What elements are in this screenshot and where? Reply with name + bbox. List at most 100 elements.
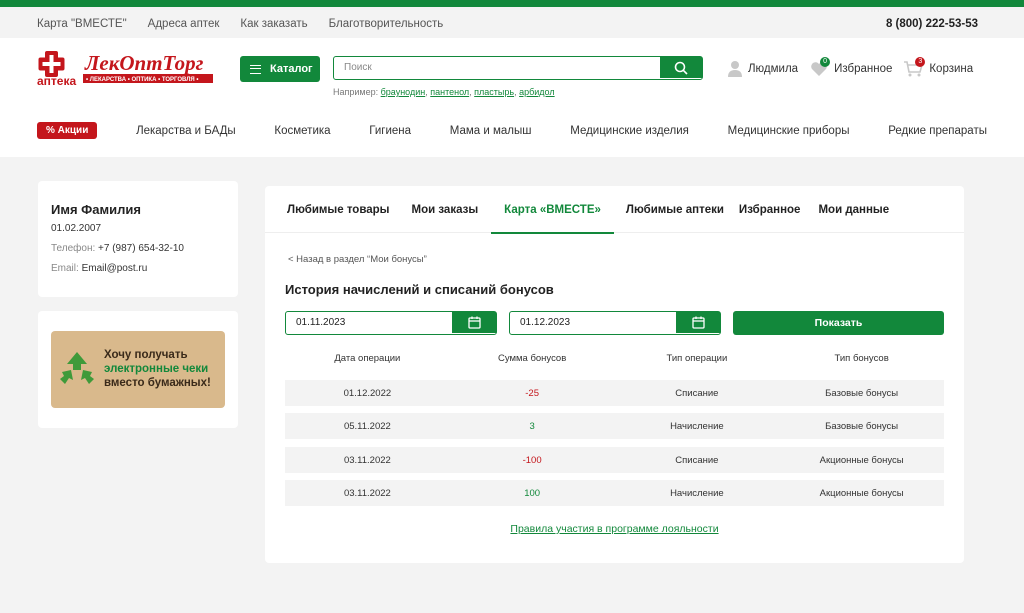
top-link-card[interactable]: Карта "ВМЕСТЕ" bbox=[37, 18, 127, 30]
recycle-icon bbox=[60, 352, 94, 384]
table-row: 05.11.2022 3 Начисление Базовые бонусы bbox=[285, 413, 944, 439]
email-label: Email: bbox=[51, 263, 79, 274]
section-title: История начислений и списаний бонусов bbox=[285, 282, 554, 297]
top-links: Карта "ВМЕСТЕ" Адреса аптек Как заказать… bbox=[37, 18, 443, 30]
nav-item-medicines[interactable]: Лекарства и БАДы bbox=[136, 125, 236, 137]
nav-item-hygiene[interactable]: Гигиена bbox=[369, 125, 411, 137]
top-accent-stripe bbox=[0, 0, 1024, 7]
nav-item-cosmetics[interactable]: Косметика bbox=[274, 125, 330, 137]
account-link[interactable]: Людмила bbox=[728, 60, 798, 77]
nav-item-medical-supplies[interactable]: Медицинские изделия bbox=[570, 125, 689, 137]
site-header: аптека ЛекОптТорг • ЛЕКАРСТВА • ОПТИКА •… bbox=[0, 38, 1024, 157]
col-bonus-type: Тип бонусов bbox=[834, 353, 889, 364]
col-date: Дата операции bbox=[334, 353, 401, 364]
date-from-field[interactable]: 01.11.2023 bbox=[285, 311, 497, 335]
top-link-addresses[interactable]: Адреса аптек bbox=[148, 18, 220, 30]
row-date: 03.11.2022 bbox=[343, 454, 391, 466]
hint-example-2[interactable]: пантенол bbox=[430, 87, 469, 97]
nav-item-rare-drugs[interactable]: Редкие препараты bbox=[888, 125, 987, 137]
search-input[interactable] bbox=[334, 57, 660, 78]
promo-button[interactable]: % Акции bbox=[37, 122, 98, 139]
logo-brand-text: ЛекОптТорг bbox=[84, 51, 204, 75]
col-operation-type: Тип операции bbox=[666, 353, 728, 364]
table-row: 03.11.2022 100 Начисление Акционные бону… bbox=[285, 480, 944, 506]
row-operation: Списание bbox=[675, 387, 719, 399]
email-value: Email@post.ru bbox=[81, 263, 148, 274]
back-to-bonuses-link[interactable]: < Назад в раздел “Мои бонусы” bbox=[288, 254, 427, 265]
row-date: 05.11.2022 bbox=[343, 420, 391, 432]
e-receipt-text: Хочу получать электронные чеки вместо бу… bbox=[104, 348, 211, 390]
e-receipt-line-1: Хочу получать bbox=[104, 349, 188, 361]
date-from-value: 01.11.2023 bbox=[296, 317, 346, 328]
row-date: 03.11.2022 bbox=[343, 487, 391, 499]
row-bonus-type: Базовые бонусы bbox=[825, 387, 899, 399]
row-date: 01.12.2022 bbox=[343, 387, 392, 399]
hint-example-4[interactable]: арбидол bbox=[519, 87, 555, 97]
profile-card: Имя Фамилия 01.02.2007 Телефон: +7 (987)… bbox=[38, 181, 238, 297]
favorites-label: Избранное bbox=[834, 62, 893, 75]
cart-label: Корзина bbox=[929, 62, 974, 75]
calendar-icon bbox=[467, 316, 481, 329]
row-amount: 100 bbox=[524, 487, 541, 499]
table-row: 01.12.2022 -25 Списание Базовые бонусы bbox=[285, 380, 944, 406]
date-from-calendar-button[interactable] bbox=[452, 312, 496, 333]
user-area: Людмила 0 Избранное 3 Корзина bbox=[728, 56, 985, 77]
calendar-icon bbox=[691, 316, 705, 329]
profile-birthdate: 01.02.2007 bbox=[51, 223, 102, 234]
table-row: 03.11.2022 -100 Списание Акционные бонус… bbox=[285, 447, 944, 473]
row-bonus-type: Базовые бонусы bbox=[825, 420, 899, 432]
user-name: Людмила bbox=[748, 62, 799, 75]
phone-label: Телефон: bbox=[51, 243, 96, 254]
top-link-charity[interactable]: Благотворительность bbox=[329, 18, 444, 30]
logo-apteka-text: аптека bbox=[37, 74, 76, 86]
category-nav: % Акции Лекарства и БАДы Косметика Гигие… bbox=[37, 122, 987, 139]
profile-phone: Телефон: +7 (987) 654-32-10 bbox=[51, 243, 225, 254]
show-button[interactable]: Показать bbox=[733, 311, 944, 335]
tab-favorite-pharmacies[interactable]: Любимые аптеки bbox=[617, 186, 733, 233]
search-hint: Например: браунодин, пантенол, пластырь,… bbox=[333, 87, 555, 97]
e-receipt-banner[interactable]: Хочу получать электронные чеки вместо бу… bbox=[51, 331, 225, 408]
account-tabs: Любимые товары Мои заказы Карта «ВМЕСТЕ»… bbox=[265, 186, 964, 234]
search-box bbox=[333, 56, 703, 80]
search-button[interactable] bbox=[660, 57, 702, 78]
row-operation: Начисление bbox=[670, 487, 724, 499]
favorites-link[interactable]: 0 Избранное bbox=[810, 56, 893, 77]
menu-icon bbox=[250, 64, 261, 74]
row-operation: Начисление bbox=[670, 420, 724, 432]
cart-link[interactable]: 3 Корзина bbox=[904, 56, 974, 77]
row-bonus-type: Акционные бонусы bbox=[819, 487, 904, 499]
hint-example-3[interactable]: пластырь bbox=[474, 87, 514, 97]
nav-item-medical-devices[interactable]: Медицинские приборы bbox=[728, 125, 850, 137]
logo-tagline: • ЛЕКАРСТВА • ОПТИКА • ТОРГОВЛЯ • bbox=[86, 77, 199, 83]
catalog-button-label: Каталог bbox=[270, 63, 313, 75]
date-to-field[interactable]: 01.12.2023 bbox=[509, 311, 721, 335]
tab-vmeste-card[interactable]: Карта «ВМЕСТЕ» bbox=[491, 186, 614, 234]
row-amount: 3 bbox=[529, 420, 535, 432]
tab-my-orders[interactable]: Мои заказы bbox=[403, 186, 488, 233]
table-header: Дата операции Сумма бонусов Тип операции… bbox=[285, 353, 944, 364]
phone-number[interactable]: 8 (800) 222-53-53 bbox=[886, 18, 978, 30]
e-receipt-line-3: вместо бумажных! bbox=[104, 377, 211, 389]
search-icon bbox=[674, 61, 688, 75]
lekopttorg-logo[interactable]: аптека ЛекОптТорг • ЛЕКАРСТВА • ОПТИКА •… bbox=[37, 50, 215, 86]
tab-my-data[interactable]: Мои данные bbox=[809, 186, 898, 233]
top-bar: Карта "ВМЕСТЕ" Адреса аптек Как заказать… bbox=[0, 7, 1024, 38]
col-amount: Сумма бонусов bbox=[497, 353, 567, 364]
favorites-count-badge: 0 bbox=[820, 56, 831, 67]
loyalty-rules-link[interactable]: Правила участия в программе лояльности bbox=[265, 523, 964, 535]
top-link-how-to-order[interactable]: Как заказать bbox=[240, 18, 307, 30]
nav-item-mother-baby[interactable]: Мама и малыш bbox=[450, 125, 532, 137]
date-to-calendar-button[interactable] bbox=[676, 312, 720, 333]
profile-name: Имя Фамилия bbox=[51, 202, 141, 217]
user-icon bbox=[728, 61, 742, 77]
tab-favorites[interactable]: Избранное bbox=[730, 186, 810, 233]
cart-count-badge: 3 bbox=[915, 56, 926, 67]
date-to-value: 01.12.2023 bbox=[520, 317, 571, 328]
row-bonus-type: Акционные бонусы bbox=[819, 454, 904, 466]
tab-favorite-products[interactable]: Любимые товары bbox=[278, 186, 399, 233]
bonus-history-panel: Любимые товары Мои заказы Карта «ВМЕСТЕ»… bbox=[265, 186, 964, 563]
profile-email: Email: Email@post.ru bbox=[51, 263, 225, 274]
hint-example-1[interactable]: браунодин bbox=[381, 87, 426, 97]
row-amount: -100 bbox=[522, 454, 542, 466]
catalog-button[interactable]: Каталог bbox=[240, 56, 320, 82]
